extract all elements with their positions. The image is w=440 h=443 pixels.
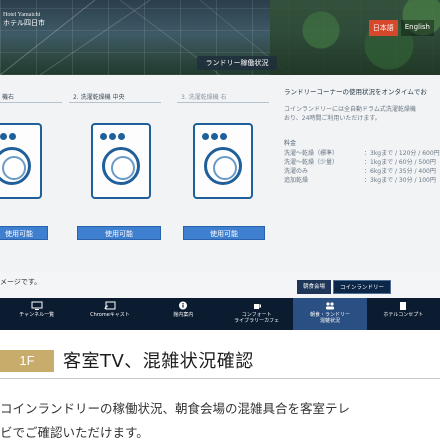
image-notice: メージです。 (0, 278, 42, 286)
price-row: 洗濯～乾燥（少量） ：1kgまで / 60分 / 500円 (284, 158, 440, 167)
washer-icon (193, 123, 253, 199)
price-name: 洗濯～乾燥（標準） (284, 150, 339, 157)
washer-icon (0, 123, 42, 199)
nav-breakfast-laundry[interactable]: 朝食・ランドリー 混雑状況 (293, 298, 367, 330)
nav-label: 混雑状況 (319, 318, 340, 324)
status-button[interactable]: 使用可能 (77, 226, 161, 240)
building-icon (400, 302, 407, 310)
hotel-logo: Hotel Yamaichi ホテル四日市 (3, 12, 45, 28)
info-icon (179, 301, 188, 310)
price-detail: ：3kgまで / 30分 / 100円 (364, 177, 436, 184)
washer-icon (91, 123, 151, 199)
info-desc-line: コインランドリーには全自動ドラム式洗濯乾燥機 (284, 106, 416, 113)
lang-ja-button[interactable]: 日本語 (368, 20, 398, 36)
price-name: 追加乾燥 (284, 177, 309, 184)
people-icon (325, 302, 334, 310)
hotel-name-ja: ホテル四日市 (3, 19, 45, 27)
nav-chromecast[interactable]: Chromeキャスト (73, 298, 146, 330)
info-description: コインランドリーには全自動ドラム式洗濯乾燥機 おり、24時間ご利用いただけます。 (284, 105, 440, 123)
price-row: 洗濯～乾燥（標準） ：3kgまで / 120分 / 600円 (284, 149, 440, 158)
nav-channel-list[interactable]: チャンネル一覧 (0, 298, 73, 330)
price-name: 洗濯のみ (284, 168, 309, 175)
price-row: 追加乾燥 ：3kgまで / 30分 / 100円 (284, 176, 440, 185)
laundry-status-panel: 機右 使用可能 2. 洗濯乾燥機 中央 使用可能 3. 洗濯乾燥機 右 使用可能 (0, 75, 440, 271)
tv-bottom-nav: チャンネル一覧 Chromeキャスト 館内案内 コンフォート ライブラリーカフェ… (0, 298, 440, 330)
cast-icon (104, 301, 116, 310)
price-detail: ：1kgまで / 60分 / 500円 (364, 159, 436, 166)
machine-card-3: 3. 洗濯乾燥機 右 使用可能 (177, 93, 269, 240)
machine-card-1: 機右 使用可能 (0, 93, 62, 240)
tab-breakfast[interactable]: 朝食会場 (297, 280, 332, 294)
panel-title: ランドリー稼働状況 (197, 56, 277, 70)
tv-icon (31, 301, 43, 310)
machine-label: 3. 洗濯乾燥機 右 (177, 93, 269, 103)
section-description: コインランドリーの稼働状況、朝食会場の混雑具合を客室テレ ビでご確認いただけます… (0, 397, 440, 443)
hotel-hero-image: Hotel Yamaichi ホテル四日市 日本語 English ランドリー稼… (0, 0, 440, 75)
tab-laundry[interactable]: コインランドリー (333, 280, 392, 294)
status-button[interactable]: 使用可能 (183, 226, 265, 240)
price-name: 洗濯～乾燥（少量） (284, 159, 339, 166)
language-switcher: 日本語 English (368, 20, 434, 36)
machine-card-2: 2. 洗濯乾燥機 中央 使用可能 (69, 93, 161, 240)
hotel-name-en: Hotel Yamaichi (3, 12, 41, 18)
info-title: ランドリーコーナーの使用状況をオンタイムでお (284, 88, 427, 96)
nav-label: ホテルコンセプト (383, 312, 424, 318)
price-row: 洗濯のみ ：6kgまで / 35分 / 400円 (284, 167, 440, 176)
nav-hotel-guide[interactable]: 館内案内 (147, 298, 220, 330)
nav-label: 館内案内 (173, 312, 194, 318)
status-button[interactable]: 使用可能 (0, 226, 48, 240)
description-line: ビでご確認いただけます。 (0, 425, 149, 440)
status-tabs: 朝食会場 コインランドリー (297, 280, 392, 294)
nav-label: Chromeキャスト (90, 312, 130, 318)
lang-en-button[interactable]: English (400, 20, 434, 36)
section-title: 客室TV、混雑状況確認 (63, 351, 254, 372)
nav-hotel-concept[interactable]: ホテルコンセプト (367, 298, 440, 330)
price-detail: ：3kgまで / 120分 / 600円 (364, 150, 440, 157)
coffee-icon (253, 304, 261, 309)
description-line: コインランドリーの稼働状況、朝食会場の混雑具合を客室テレ (0, 401, 351, 416)
laundry-info: ランドリーコーナーの使用状況をオンタイムでお コインランドリーには全自動ドラム式… (284, 88, 440, 185)
nav-label: ライブラリーカフェ (234, 318, 280, 324)
price-label: 料金 (284, 140, 297, 147)
machine-label: 2. 洗濯乾燥機 中央 (69, 93, 161, 103)
tv-screen: Hotel Yamaichi ホテル四日市 日本語 English ランドリー稼… (0, 0, 440, 330)
floor-badge: 1F (0, 350, 54, 372)
nav-label: チャンネル一覧 (19, 312, 55, 318)
nav-library-cafe[interactable]: コンフォート ライブラリーカフェ (220, 298, 293, 330)
price-detail: ：6kgまで / 35分 / 400円 (364, 168, 436, 175)
info-desc-line: おり、24時間ご利用いただけます。 (284, 115, 381, 122)
machine-label: 機右 (0, 93, 62, 103)
